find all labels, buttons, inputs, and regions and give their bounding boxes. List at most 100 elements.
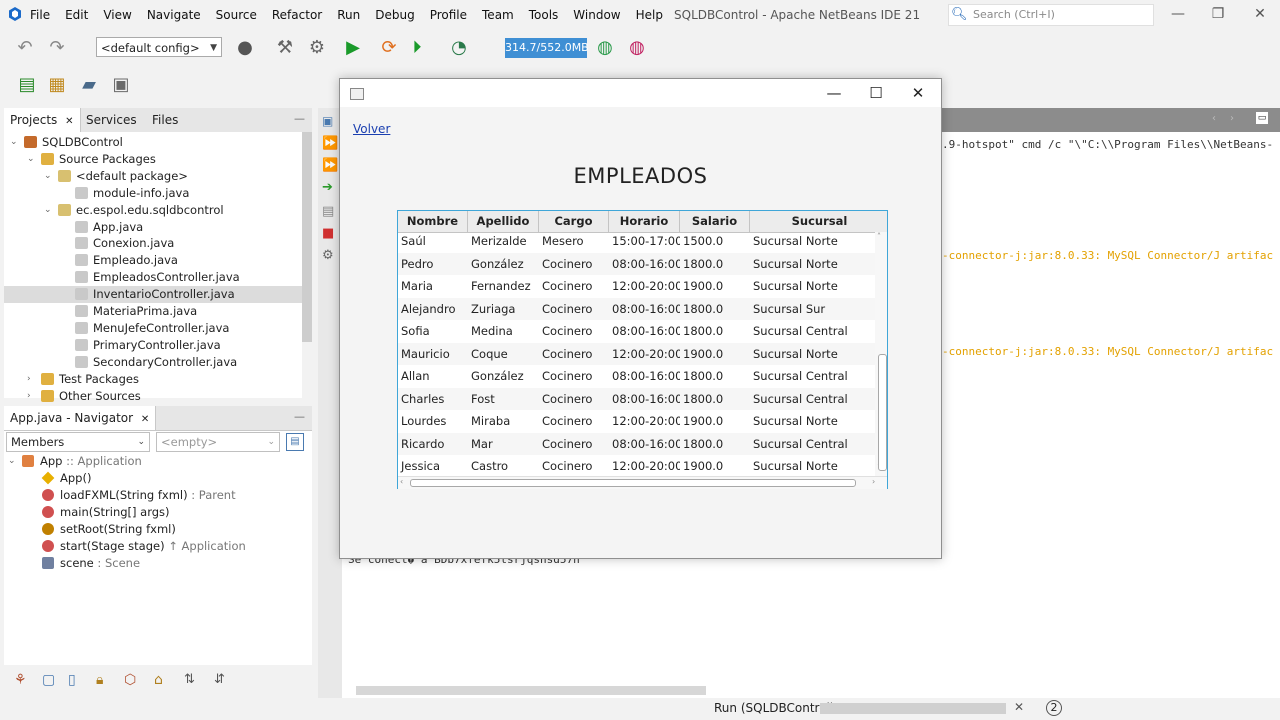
back-link[interactable]: Volver [353, 122, 390, 136]
dialog-minimize-icon[interactable]: — [816, 82, 852, 104]
redo-icon[interactable]: ↷ [44, 35, 70, 61]
globe-icon[interactable]: ● [232, 35, 258, 61]
table-row[interactable]: Lourdes Miraba Cocinero 12:00-20:00 1900.0 Su… [398, 410, 875, 433]
table-row[interactable]: Ricardo Mar Cocinero 08:00-16:00 1800.0 Sucur… [398, 432, 875, 455]
tree-item[interactable]: MenuJefeController.java [4, 320, 302, 337]
tree-item[interactable]: InventarioController.java [4, 286, 302, 304]
tab-services[interactable]: Services [80, 108, 143, 132]
column-header-salario[interactable]: Salario [680, 211, 750, 232]
tree-item[interactable]: SecondaryController.java [4, 354, 302, 371]
restore-icon[interactable]: ❐ [1204, 4, 1232, 24]
settings-gear-icon[interactable]: ⚙ [322, 248, 334, 263]
column-header-horario[interactable]: Horario [609, 211, 680, 232]
navigator-member[interactable]: setRoot(String fxml) [4, 521, 304, 538]
members-select[interactable]: Members ⌄ [6, 432, 150, 452]
menu-team[interactable]: Team [482, 8, 514, 22]
close-icon[interactable]: ✕ [1246, 4, 1274, 24]
rerun-icon[interactable]: ▣ [322, 114, 333, 128]
navigator-member[interactable]: ⌄ App :: Application [4, 453, 304, 470]
collapse-icon[interactable]: ⌄ [44, 168, 52, 185]
save-all-icon[interactable]: ▣ [108, 72, 134, 98]
tree-item[interactable]: ⌄ Source Packages [4, 151, 302, 168]
debug-icon[interactable]: ⟳ [376, 35, 402, 61]
table-row[interactable]: Mauricio Coque Cocinero 12:00-20:00 1900.0 Su… [398, 342, 875, 365]
table-row[interactable]: Charles Fost Cocinero 08:00-16:00 1800.0 Sucu… [398, 387, 875, 410]
collapse-icon[interactable]: ⌄ [10, 134, 18, 151]
new-file-icon[interactable]: ▤ [14, 72, 40, 98]
menu-run[interactable]: Run [337, 8, 360, 22]
rerun-goal-icon[interactable]: ⏩ [322, 136, 338, 151]
menu-tools[interactable]: Tools [529, 8, 559, 22]
show-private-icon[interactable]: 🔒︎ [96, 672, 103, 688]
notifications-icon[interactable]: 2 [1046, 700, 1062, 716]
scroll-right-icon[interactable]: › [872, 477, 875, 486]
status-run-label[interactable]: Run (SQLDBControl) [714, 701, 835, 715]
search-input[interactable]: 🔍︎ Search (Ctrl+I) [948, 4, 1154, 26]
table-row[interactable]: Allan González Cocinero 08:00-16:00 1800.0 Su… [398, 365, 875, 388]
tree-scrollbar[interactable] [302, 132, 312, 342]
column-header-apellido[interactable]: Apellido [468, 211, 539, 232]
close-tab-icon[interactable]: ✕ [65, 116, 73, 127]
tree-item[interactable]: Conexion.java [4, 235, 302, 252]
menu-edit[interactable]: Edit [65, 8, 88, 22]
column-header-sucursal[interactable]: Sucursal [750, 211, 889, 232]
navigator-member[interactable]: App() [4, 470, 304, 487]
open-project-icon[interactable]: ▰ [76, 72, 102, 98]
menu-source[interactable]: Source [216, 8, 257, 22]
show-inherited-icon[interactable]: ⚘ [14, 672, 27, 688]
dialog-close-icon[interactable]: ✕ [900, 82, 936, 104]
tree-item[interactable]: › Test Packages [4, 371, 302, 388]
stop-profiler-icon[interactable]: ◍ [624, 35, 650, 61]
tree-item[interactable]: PrimaryController.java [4, 337, 302, 354]
undo-icon[interactable]: ↶ [12, 35, 38, 61]
stop-icon[interactable]: ■ [322, 226, 334, 241]
table-vertical-scroll-thumb[interactable] [878, 354, 887, 471]
column-header-cargo[interactable]: Cargo [539, 211, 609, 232]
dialog-maximize-icon[interactable]: ☐ [858, 82, 894, 104]
collapse-icon[interactable]: ⌄ [27, 151, 35, 168]
tab-projects[interactable]: Projects ✕ [4, 108, 81, 132]
menu-file[interactable]: File [30, 8, 50, 22]
navigator-member[interactable]: start(Stage stage) ↑ Application [4, 538, 304, 555]
navigator-options-icon[interactable]: ▤ [286, 433, 304, 451]
config-select[interactable]: <default config> ▼ [96, 37, 222, 57]
step-icon[interactable]: ➔ [322, 180, 333, 195]
tree-item[interactable]: module-info.java [4, 185, 302, 202]
tree-item[interactable]: ⌄ ec.espol.edu.sqldbcontrol [4, 202, 302, 219]
debug-project-icon[interactable]: ⏵ [404, 35, 430, 61]
scroll-right-icon[interactable]: › [1230, 113, 1234, 124]
tree-item[interactable]: › Other Sources [4, 388, 302, 405]
sort-name-icon[interactable]: ⇅ [184, 672, 195, 687]
minimize-pane-icon[interactable]: — [294, 112, 305, 125]
table-row[interactable]: Alejandro Zuriaga Cocinero 08:00-16:00 1800.… [398, 297, 875, 320]
new-project-icon[interactable]: ▦ [44, 72, 70, 98]
scroll-up-icon[interactable]: ˄ [877, 232, 881, 241]
gc-icon[interactable]: ◍ [592, 35, 618, 61]
table-row[interactable]: Saúl Merizalde Mesero 15:00-17:00 1500.0 Sucu… [398, 232, 875, 253]
show-inner-icon[interactable]: ⬡ [124, 672, 136, 688]
empleados-table[interactable]: Nombre Apellido Cargo Horario Salario Sucursa… [397, 210, 888, 489]
show-static-icon[interactable]: ▯ [68, 672, 76, 688]
window-menu-icon[interactable]: ▭ [1256, 112, 1268, 124]
menu-navigate[interactable]: Navigate [147, 8, 201, 22]
clean-build-icon[interactable]: ⚙ [304, 35, 330, 61]
filter-select[interactable]: <empty> ⌄ [156, 432, 280, 452]
tree-item[interactable]: Empleado.java [4, 252, 302, 269]
tree-item[interactable]: App.java [4, 219, 302, 236]
profile-icon[interactable]: ◔ [446, 35, 472, 61]
menu-refactor[interactable]: Refactor [272, 8, 322, 22]
collapse-icon[interactable]: ⌄ [44, 202, 52, 219]
table-row[interactable]: Jessica Castro Cocinero 12:00-20:00 1900.0 Su… [398, 455, 875, 476]
clear-icon[interactable]: ▤ [322, 204, 334, 219]
memory-indicator[interactable]: 314.7/552.0MB [505, 38, 589, 58]
table-row[interactable]: Maria Fernandez Cocinero 12:00-20:00 1900.0 S… [398, 275, 875, 298]
tab-files[interactable]: Files [146, 108, 184, 132]
table-row[interactable]: Pedro González Cocinero 08:00-16:00 1800.0 Su… [398, 252, 875, 275]
tree-item[interactable]: ⌄ <default package> [4, 168, 302, 185]
tree-item[interactable]: ⌄ SQLDBControl [4, 134, 302, 151]
table-horizontal-scroll-thumb[interactable] [410, 479, 856, 487]
menu-view[interactable]: View [103, 8, 131, 22]
close-tab-icon[interactable]: ✕ [141, 414, 149, 425]
output-horizontal-scrollbar[interactable] [356, 686, 706, 695]
show-fields-icon[interactable]: ▢ [42, 672, 55, 688]
